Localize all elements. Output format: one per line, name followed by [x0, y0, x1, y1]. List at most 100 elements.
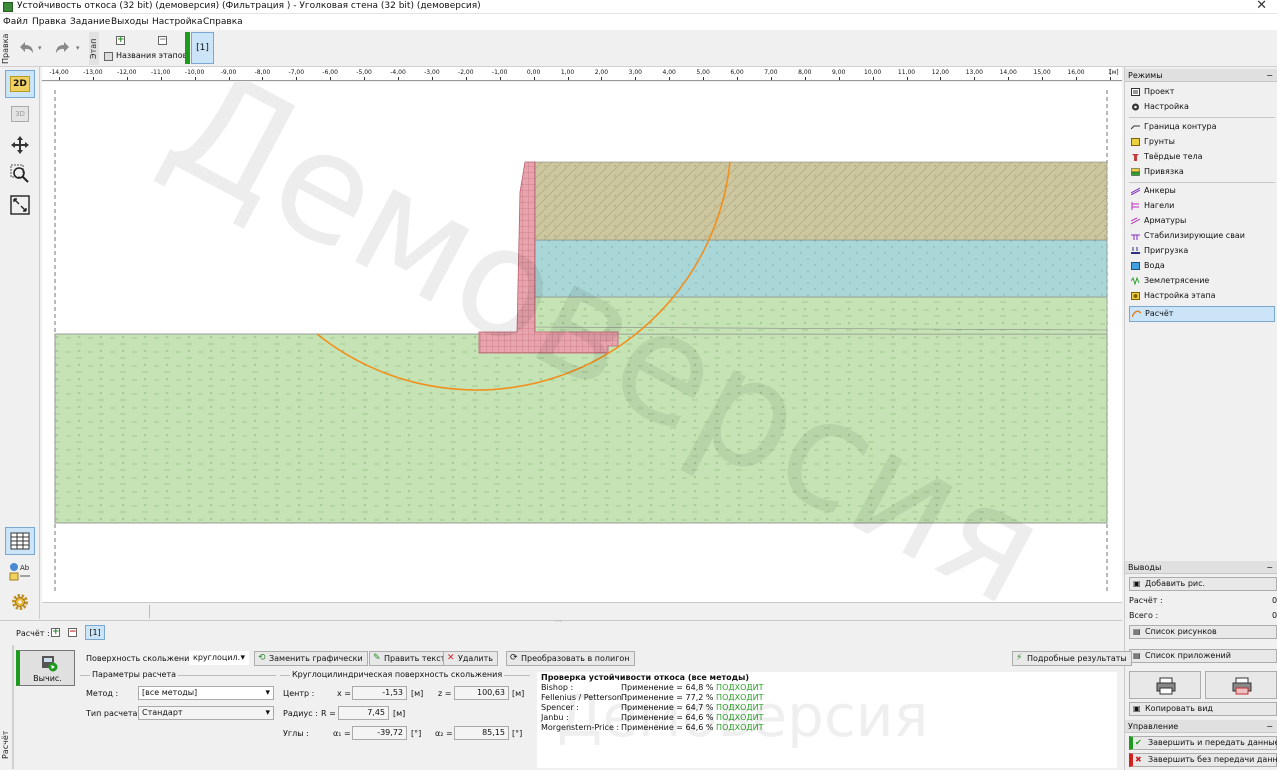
- angle-a1-field[interactable]: -39,72: [352, 726, 407, 740]
- slip-surface-select[interactable]: круглоцил.: [189, 651, 249, 665]
- mode-stage-settings[interactable]: Настройка этапа: [1129, 289, 1275, 303]
- replace-icon: ⟲: [258, 653, 266, 663]
- add-calc-icon[interactable]: +: [51, 628, 60, 637]
- menu-settings[interactable]: Настройка: [152, 17, 203, 27]
- center-z-field[interactable]: 100,63: [454, 686, 509, 700]
- ruler-tick: 8,00: [798, 69, 812, 76]
- mode-contour[interactable]: Граница контура: [1129, 120, 1275, 134]
- compute-icon: [42, 656, 58, 672]
- mode-anchors[interactable]: Анкеры: [1129, 184, 1275, 198]
- view-2d-button[interactable]: 2D: [5, 70, 35, 98]
- menu-file[interactable]: Файл: [3, 17, 28, 27]
- pan-button[interactable]: [5, 131, 35, 159]
- anchor-icon: [1131, 187, 1140, 195]
- mode-soils[interactable]: Грунты: [1129, 135, 1275, 149]
- remove-calc-icon[interactable]: −: [68, 628, 77, 637]
- compute-label: Вычис.: [33, 674, 62, 683]
- legend-button[interactable]: Ab: [5, 558, 35, 586]
- mode-project[interactable]: Проект: [1129, 85, 1275, 99]
- ruler-tick: 10,00: [864, 69, 882, 76]
- gear-icon: [12, 594, 28, 610]
- mode-reinforcements[interactable]: Арматуры: [1129, 214, 1275, 228]
- ruler-unit: [м]: [1109, 69, 1119, 76]
- add-picture-button[interactable]: ▣ Добавить рис.: [1129, 577, 1277, 591]
- mode-earthquake[interactable]: Землетрясение: [1129, 274, 1275, 288]
- ruler-tick: 5,00: [696, 69, 710, 76]
- fit-view-button[interactable]: [5, 191, 35, 219]
- calc-type-label: Тип расчета :: [86, 709, 143, 718]
- remove-stage-icon[interactable]: −: [158, 36, 167, 45]
- mode-rigid-bodies[interactable]: Твёрдые тела: [1129, 150, 1275, 164]
- legend-icon: Ab: [9, 563, 30, 581]
- redo-dropdown-icon[interactable]: ▾: [76, 44, 80, 52]
- move-icon: [11, 136, 29, 154]
- edit-text-button[interactable]: ✎ Править текст: [369, 651, 451, 666]
- compute-button[interactable]: Вычис.: [16, 650, 75, 686]
- print-preview-button[interactable]: [1205, 671, 1277, 699]
- delete-button[interactable]: ✕ Удалить: [443, 651, 498, 666]
- zoom-button[interactable]: [5, 160, 35, 188]
- right-panel: Режимы − Проект Настройка Граница контура…: [1124, 67, 1277, 770]
- menu-outputs[interactable]: Выходы: [111, 17, 148, 27]
- center-x-field[interactable]: -1,53: [352, 686, 407, 700]
- menu-edit[interactable]: Правка: [32, 17, 66, 27]
- method-select[interactable]: [все методы]: [138, 686, 274, 700]
- stage-1-button[interactable]: [1]: [191, 32, 214, 64]
- pictures-list-button[interactable]: ▤ Список рисунков: [1129, 625, 1277, 639]
- drawing-canvas[interactable]: Демоверсия: [42, 35, 1122, 639]
- fit-view-icon: [10, 195, 30, 215]
- ruler-tick: 13,00: [965, 69, 983, 76]
- calc-1-button[interactable]: [1]: [85, 625, 105, 640]
- radius-label: Радиус :: [283, 709, 318, 718]
- menu-task[interactable]: Задание: [70, 17, 110, 27]
- table-view-button[interactable]: [5, 527, 35, 555]
- model-drawing[interactable]: Демоверсия: [42, 35, 1122, 639]
- calc-type-select[interactable]: Стандарт: [138, 706, 274, 720]
- x-label: x =: [337, 689, 351, 698]
- mode-surcharge[interactable]: Пригрузка: [1129, 244, 1275, 258]
- surcharge-icon: [1131, 247, 1140, 254]
- splitter-handle[interactable]: ⋯: [555, 617, 562, 625]
- mode-water[interactable]: Вода: [1129, 259, 1275, 273]
- earthquake-icon: [1131, 277, 1140, 285]
- radius-field[interactable]: 7,45: [338, 706, 389, 720]
- ruler-tick: 16,00: [1067, 69, 1085, 76]
- attachments-list-button[interactable]: ▤ Список приложений: [1129, 649, 1277, 663]
- add-stage-icon[interactable]: +: [116, 36, 125, 45]
- r-label: R =: [321, 709, 336, 718]
- soil-top-pattern: [532, 162, 1107, 240]
- mode-stabilizing-piles[interactable]: Стабилизирующие сваи: [1129, 229, 1275, 243]
- undo-icon[interactable]: [16, 38, 36, 58]
- print-button[interactable]: [1129, 671, 1201, 699]
- mode-settings[interactable]: Настройка: [1129, 100, 1275, 114]
- replace-graphically-button[interactable]: ⟲ Заменить графически: [254, 651, 368, 666]
- stage-names-button[interactable]: Названия этапов: [116, 51, 187, 60]
- angle-a2-field[interactable]: 85,15: [454, 726, 509, 740]
- ruler-tick: 15,00: [1033, 69, 1051, 76]
- close-icon[interactable]: ✕: [1256, 0, 1267, 13]
- mode-nails[interactable]: Нагели: [1129, 199, 1275, 213]
- ruler-tick: -8,00: [254, 69, 271, 76]
- ruler-tick: 4,00: [662, 69, 676, 76]
- menu-help[interactable]: Справка: [203, 17, 243, 27]
- mode-analysis[interactable]: Расчёт: [1129, 306, 1275, 322]
- detailed-results-button[interactable]: ⚡ Подробные результаты: [1012, 651, 1132, 666]
- method-label: Метод :: [86, 689, 119, 698]
- ruler-tick: -13,00: [83, 69, 103, 76]
- settings-button[interactable]: [5, 588, 35, 616]
- view-3d-button[interactable]: 3D: [5, 100, 35, 128]
- water-icon: [1131, 262, 1140, 270]
- printer-red-icon: [1232, 677, 1252, 695]
- copy-view-button[interactable]: ▣ Копировать вид: [1129, 702, 1277, 716]
- finish-transfer-button[interactable]: ✔ Завершить и передать данные: [1129, 736, 1277, 750]
- r-unit: [м]: [393, 709, 406, 718]
- redo-icon[interactable]: [53, 38, 73, 58]
- finish-no-transfer-button[interactable]: ✖ Завершить без передачи данных: [1129, 753, 1277, 767]
- printer-icon: [1156, 677, 1176, 695]
- undo-dropdown-icon[interactable]: ▾: [38, 44, 42, 52]
- mode-assign[interactable]: Привязка: [1129, 165, 1275, 179]
- a1-unit: [°]: [411, 729, 422, 738]
- soils-icon: [1131, 138, 1140, 146]
- pencil-icon: ✎: [373, 653, 381, 663]
- convert-polygon-button[interactable]: ⟳ Преобразовать в полигон: [506, 651, 635, 666]
